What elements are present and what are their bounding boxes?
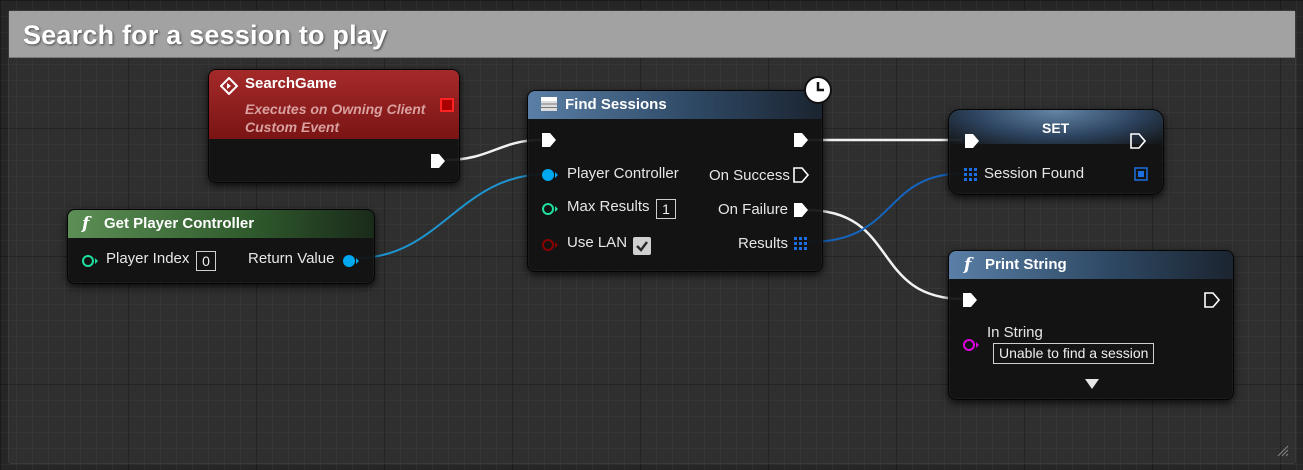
latent-action-icon: [541, 97, 557, 111]
node-title: Print String: [985, 256, 1067, 273]
exec-output-pin[interactable]: [1129, 132, 1149, 152]
max-results-input[interactable]: 1: [656, 199, 676, 219]
node-get-player-controller[interactable]: f Get Player Controller Player Index 0 R…: [67, 209, 375, 284]
node-title: Find Sessions: [565, 96, 667, 113]
blueprint-graph[interactable]: Search for a session to play SearchGame …: [0, 0, 1303, 470]
pin-label-on-failure: On Failure: [718, 201, 789, 218]
pin-label-use-lan: Use LAN: [567, 234, 628, 251]
triangle-down-icon[interactable]: [1084, 378, 1100, 390]
exec-input-pin[interactable]: [963, 132, 983, 152]
pin-label-player-index: Player Index: [106, 250, 190, 267]
string-input-pin[interactable]: [961, 335, 981, 355]
pin-label-session-found: Session Found: [984, 165, 1085, 182]
pin-label-max-results: Max Results: [567, 198, 650, 215]
int-input-pin[interactable]: [540, 199, 560, 219]
use-lan-checkbox[interactable]: [633, 237, 651, 255]
replication-indicator-icon: [440, 98, 454, 112]
node-header[interactable]: SearchGame Executes on Owning Client Cus…: [209, 70, 459, 139]
exec-output-pin[interactable]: [429, 152, 449, 172]
bool-input-pin[interactable]: [540, 235, 560, 255]
array-wire-results-to-session-found[interactable]: [807, 172, 968, 243]
array-output-pin[interactable]: [1133, 166, 1153, 186]
int-input-pin[interactable]: [80, 251, 100, 271]
in-string-input[interactable]: Unable to find a session: [993, 343, 1155, 364]
node-title: SET: [1042, 120, 1070, 136]
node-subtitle: Custom Event: [245, 119, 340, 135]
checkmark-icon: [636, 241, 648, 252]
node-set-variable[interactable]: SET Session Found: [948, 109, 1164, 195]
node-find-sessions[interactable]: Find Sessions Player Controller On Succe…: [527, 90, 823, 272]
node-title: Get Player Controller: [104, 215, 255, 232]
player-index-input[interactable]: 0: [196, 251, 216, 271]
function-icon: f: [964, 255, 972, 275]
node-header[interactable]: f Print String: [949, 251, 1233, 279]
function-icon: f: [82, 214, 90, 234]
pin-label-return-value: Return Value: [248, 250, 335, 267]
exec-input-pin[interactable]: [540, 131, 560, 151]
pin-label-on-success: On Success: [709, 167, 790, 184]
clock-icon: [804, 76, 832, 104]
node-title: SearchGame: [245, 75, 337, 92]
exec-wire-failure-to-print[interactable]: [805, 208, 965, 301]
pin-label-results: Results: [738, 235, 789, 252]
event-icon: [220, 77, 238, 95]
node-print-string[interactable]: f Print String In String Unable to find …: [948, 250, 1234, 400]
pin-label-player-controller: Player Controller: [567, 165, 679, 182]
exec-input-pin[interactable]: [961, 291, 981, 311]
node-header[interactable]: f Get Player Controller: [68, 210, 374, 238]
exec-output-pin[interactable]: [792, 131, 812, 151]
node-subtitle: Executes on Owning Client: [245, 101, 426, 117]
object-output-pin[interactable]: [341, 251, 361, 271]
exec-output-pin[interactable]: [1203, 291, 1223, 311]
pin-label-in-string: In String: [987, 324, 1043, 341]
array-output-pin[interactable]: [792, 235, 812, 255]
object-input-pin[interactable]: [540, 165, 560, 185]
node-search-game[interactable]: SearchGame Executes on Owning Client Cus…: [208, 69, 460, 183]
node-header[interactable]: Find Sessions: [528, 91, 822, 119]
array-input-pin[interactable]: [963, 167, 983, 187]
object-wire-controller[interactable]: [356, 173, 548, 259]
exec-output-pin-success[interactable]: [792, 166, 812, 186]
exec-output-pin-failure[interactable]: [792, 201, 812, 221]
